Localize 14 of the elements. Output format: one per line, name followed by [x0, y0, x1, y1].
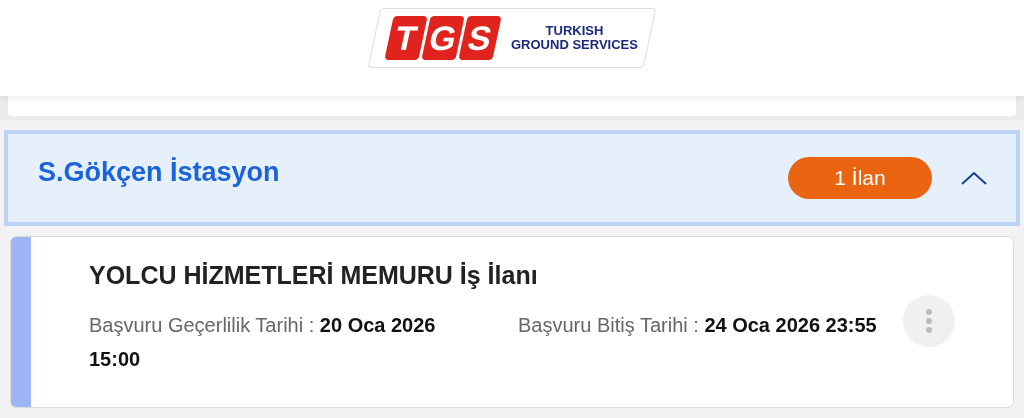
count-badge: 1 İlan: [788, 157, 932, 199]
more-icon: [925, 308, 933, 334]
logo-text: GROUND SERVICES: [511, 38, 638, 52]
logo-letter: S: [458, 16, 502, 60]
station-name: S.Gökçen İstasyon: [38, 156, 281, 188]
date-text: Başvuru Bitiş Tarihi : 24 Oca 2026 23:55: [518, 313, 878, 338]
logo-text: TURKISH: [545, 24, 604, 38]
date-text: Başvuru Geçerlilik Tarihi : 20 Oca 2026 15:00: [89, 313, 437, 372]
logo-letter: T: [384, 16, 428, 60]
logo-letter: G: [421, 16, 465, 60]
listing-title: YOLCU HİZMETLERİ MEMURU İş İlanı: [89, 261, 539, 290]
station-header[interactable]: S.Gökçen İstasyon 1 İlan: [4, 130, 1020, 226]
chevron-up-icon[interactable]: [960, 170, 988, 186]
listing-card[interactable]: YOLCU HİZMETLERİ MEMURU İş İlanı Başvuru Geçerlilik Tarihi : 20 Oca 2026 15:00 Başvuru Bitiş Tarihi : 24 Oca 2026 23:55: [10, 236, 1014, 408]
